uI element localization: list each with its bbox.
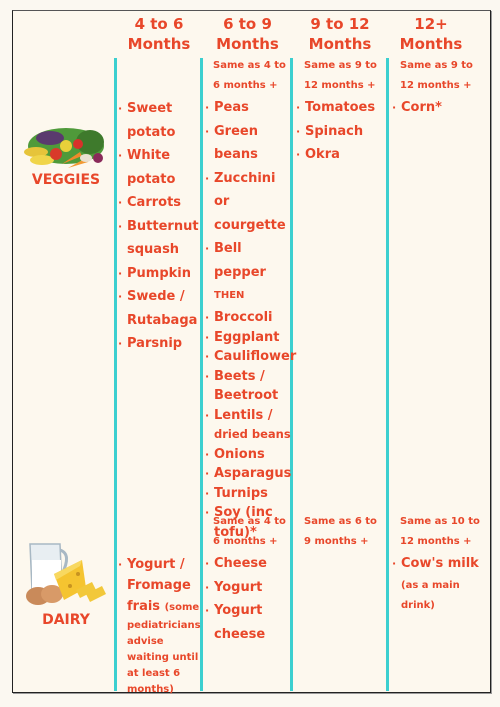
list-item-cont: Beetroot [214, 388, 279, 403]
list-item: · Beets / [205, 368, 265, 384]
list-item-cont: potato [127, 124, 176, 140]
header-12-plus-months: 12+ Months [389, 14, 473, 54]
list-item: · Cheese [205, 556, 267, 571]
note-line: at least 6 [127, 668, 181, 679]
header-4-6-months: 4 to 6 Months [118, 14, 200, 54]
list-item: · Zucchini or [205, 170, 276, 210]
list-item-cont: cheese [214, 626, 266, 642]
header-line: 9 to 12 [310, 15, 370, 33]
veggies-4-6-list: · Sweet potato · White potato · Carrots · Bu… [118, 97, 200, 356]
header-line: Months [308, 35, 372, 53]
list-item-cont: dried beans [214, 427, 291, 441]
list-item: · Cow's milk [392, 556, 479, 571]
same-as-note: Same as 9 to 12 months + [304, 60, 377, 91]
same-as-note: Same as 10 to 12 months + [400, 516, 480, 547]
list-item: · Yogurt [205, 579, 263, 595]
dairy-12-plus-list: Same as 10 to 12 months + · Cow's milk (as… [392, 512, 484, 616]
header-line: Months [399, 35, 463, 53]
same-as-note: Same as 6 to 9 months + [304, 516, 377, 547]
list-item: · Lentils / [205, 407, 273, 423]
list-item: · Asparagus [205, 466, 292, 481]
list-item-cont: squash [127, 242, 180, 257]
note-line: pediatricians [127, 620, 201, 631]
list-item: · Tomatoes [296, 100, 376, 115]
list-item: · Broccoli [205, 310, 273, 325]
veggies-9-12-list: Same as 9 to 12 months + · Tomatoes · Spina… [296, 56, 386, 167]
list-item: · Green [205, 123, 258, 139]
list-item: · Yogurt / [118, 557, 185, 572]
note-line: (as a main [401, 579, 460, 591]
column-divider [114, 58, 117, 691]
list-item: · Eggplant [205, 329, 280, 345]
dairy-4-6-list: · Yogurt / Fromage frais (some pediatrici… [118, 554, 202, 698]
list-item-cont: Fromage [127, 578, 191, 593]
then-label: THEN [214, 290, 245, 301]
dairy-label: DAIRY [42, 612, 90, 628]
list-item: · Bell pepper [205, 241, 266, 280]
list-item: · Butternut [118, 218, 199, 234]
header-line: 4 to 6 [134, 15, 184, 33]
same-as-note: Same as 9 to 12 months + [400, 60, 473, 91]
list-item-cont: beans [214, 147, 258, 162]
list-item: · Peas [205, 100, 249, 115]
note-line: months) [127, 684, 174, 695]
list-item: · Swede / [118, 289, 185, 304]
list-item-cont: frais (some [127, 599, 200, 614]
list-item: · Onions [205, 446, 265, 462]
header-line: 6 to 9 [223, 15, 272, 33]
list-item: · Cauliflower [205, 349, 297, 364]
list-item: · Sweet [118, 101, 173, 116]
vegetables-icon [20, 116, 112, 178]
note-line: advise [127, 636, 164, 647]
list-item: · Carrots [118, 195, 182, 210]
same-as-note: Same as 4 to 6 months + [213, 60, 286, 91]
header-9-12-months: 9 to 12 Months [294, 14, 386, 54]
veggies-12-plus-list: Same as 9 to 12 months + · Corn* [392, 56, 482, 120]
note-line: waiting until [127, 652, 199, 663]
header-line: Months [127, 35, 191, 53]
header-6-9-months: 6 to 9 Months [204, 14, 291, 54]
same-as-note: Same as 4 to 6 months + [213, 516, 286, 547]
dairy-9-12-list: Same as 6 to 9 months + [296, 512, 386, 552]
list-item: · Spinach [296, 123, 364, 139]
list-item: · Pumpkin [118, 265, 191, 281]
note-line: drink) [401, 599, 435, 611]
list-item-cont: potato [127, 171, 176, 187]
column-divider [386, 58, 389, 691]
list-item: · Yogurt [205, 603, 263, 618]
list-item: · Turnips [205, 485, 268, 501]
list-item-cont: courgette [214, 217, 286, 233]
list-item: · Parsnip [118, 336, 183, 351]
veggies-6-9-list: Same as 4 to 6 months + · Peas · Green bean… [205, 56, 297, 542]
list-item-cont: Rutabaga [127, 312, 198, 328]
list-item: · White [118, 148, 171, 163]
header-line: 12+ [414, 15, 448, 33]
list-item: · Corn* [392, 100, 442, 115]
header-line: Months [216, 35, 279, 53]
veggies-label: VEGGIES [31, 172, 101, 188]
dairy-icon [20, 540, 112, 612]
dairy-6-9-list: Same as 4 to 6 months + · Cheese · Yogurt ·… [205, 512, 291, 646]
list-item: · Okra [296, 147, 340, 162]
